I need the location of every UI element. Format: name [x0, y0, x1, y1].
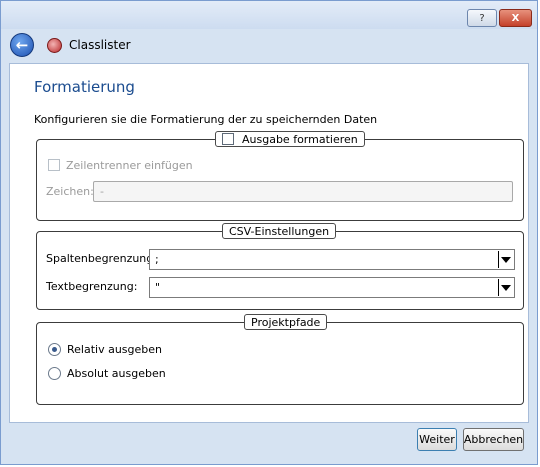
csv-legend-label: CSV-Einstellungen [229, 224, 330, 238]
csv-legend: CSV-Einstellungen [222, 223, 337, 239]
relative-radio[interactable] [48, 343, 61, 356]
line-separator-label: Zeilentrenner einfügen [66, 159, 193, 172]
line-separator-checkbox[interactable] [48, 159, 60, 171]
help-button[interactable]: ? [467, 9, 497, 27]
wizard-window: ? X ← Classlister Formatierung Konfiguri… [0, 0, 538, 465]
cancel-button[interactable]: Abbrechen [463, 428, 524, 451]
paths-legend: Projektpfade [244, 314, 328, 330]
format-legend[interactable]: Ausgabe formatieren [215, 131, 365, 147]
format-group: Ausgabe formatieren Zeilentrenner einfüg… [36, 131, 524, 221]
close-icon: X [511, 12, 520, 24]
back-arrow-icon: ← [15, 36, 29, 54]
close-button[interactable]: X [499, 9, 532, 27]
paths-legend-label: Projektpfade [251, 315, 321, 329]
absolute-label: Absolut ausgeben [67, 367, 166, 380]
title-bar: ? X [1, 1, 537, 29]
help-icon: ? [479, 12, 485, 24]
app-title: Classlister [69, 38, 131, 52]
text-delimiter-label: Textbegrenzung: [46, 280, 138, 293]
chevron-down-icon[interactable] [498, 251, 513, 268]
column-delimiter-label: Spaltenbegrenzung: [46, 252, 157, 265]
text-delimiter-select[interactable]: " [149, 277, 515, 298]
absolute-radio[interactable] [48, 367, 61, 380]
chars-input[interactable]: - [93, 181, 513, 202]
chevron-down-icon[interactable] [498, 279, 513, 296]
back-button[interactable]: ← [10, 33, 34, 57]
page-description: Konfigurieren sie die Formatierung der z… [34, 113, 378, 126]
relative-label: Relativ ausgeben [67, 343, 163, 356]
column-delimiter-value: ; [155, 253, 159, 266]
text-delimiter-value: " [155, 281, 161, 294]
format-output-label: Ausgabe formatieren [242, 132, 358, 146]
csv-group: CSV-Einstellungen Spaltenbegrenzung: ; T… [36, 223, 524, 310]
column-delimiter-select[interactable]: ; [149, 249, 515, 270]
format-output-checkbox[interactable] [222, 133, 234, 145]
next-button[interactable]: Weiter [417, 428, 457, 451]
paths-group: Projektpfade Relativ ausgeben Absolut au… [36, 314, 524, 405]
content-panel: Formatierung Konfigurieren sie die Forma… [9, 63, 529, 423]
chars-label: Zeichen: [46, 185, 94, 198]
page-title: Formatierung [34, 78, 135, 96]
app-icon [47, 38, 62, 53]
nav-bar: ← Classlister [1, 29, 537, 61]
